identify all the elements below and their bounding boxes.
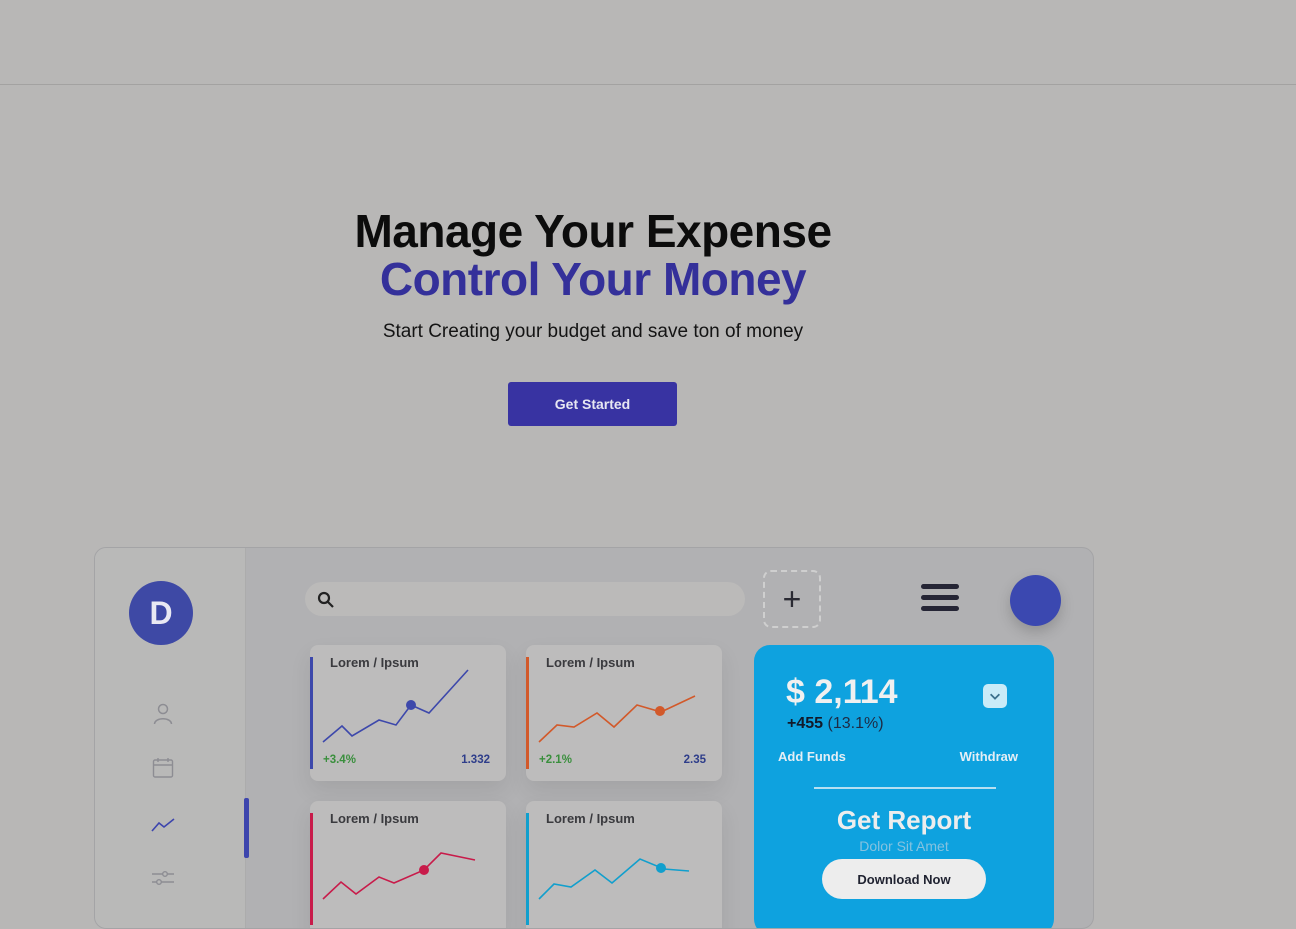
report-title: Get Report [836,805,972,835]
balance-amount: $ 2,114 [786,673,898,711]
sparkline-chart [322,852,476,900]
calendar-icon[interactable] [151,756,175,780]
sparkline-chart [538,695,696,743]
add-button[interactable]: + [763,570,821,628]
chart-line-icon[interactable] [151,811,175,835]
balance-change: +455 (13.1%) [787,715,884,733]
card-change: +2.1% [539,754,572,766]
sparkline-chart [538,858,690,900]
chevron-down-icon[interactable] [983,684,1007,708]
hero-subtitle: Start Creating your budget and save ton … [382,321,804,342]
balance-change-amount: +455 [787,715,824,732]
card-accent-bar [526,657,529,769]
withdraw-button[interactable]: Withdraw [960,749,1018,764]
card-accent-bar [310,813,313,925]
report-subtitle: Dolor Sit Amet [859,838,949,854]
stat-card[interactable]: Lorem / Ipsum +2.1% 2.35 [526,645,722,781]
hamburger-menu-icon[interactable] [921,584,959,614]
sliders-icon[interactable] [151,866,175,890]
search-icon [317,591,335,609]
user-icon[interactable] [151,701,175,725]
hero-title: Manage Your Expense [354,205,832,257]
card-value: 2.35 [683,754,706,766]
card-change: +3.4% [323,754,356,766]
card-accent-bar [310,657,313,769]
top-navbar [0,0,1296,85]
dashboard-preview: D + Lorem / Ipsum +3.4% 1.332 Lorem / Ip… [94,547,1094,929]
sparkline-chart [322,669,469,743]
card-value: 1.332 [461,754,490,766]
add-funds-button[interactable]: Add Funds [778,749,846,764]
get-started-button[interactable]: Get Started [508,382,677,426]
download-now-button[interactable]: Download Now [822,859,986,899]
sidebar-active-indicator [244,798,249,858]
search-input[interactable] [343,582,737,618]
dashboard-sidebar: D [95,548,246,928]
search-bar[interactable] [305,582,745,618]
hero-title-accent: Control Your Money [379,253,807,305]
divider [814,787,996,789]
avatar[interactable] [1010,575,1061,626]
balance-change-pct: (13.1%) [823,715,884,732]
stat-card[interactable]: Lorem / Ipsum +3.4% 1.332 [310,645,506,781]
app-logo: D [129,581,193,645]
card-accent-bar [526,813,529,925]
balance-panel: $ 2,114 +455 (13.1%) Add Funds Withdraw … [754,645,1054,928]
